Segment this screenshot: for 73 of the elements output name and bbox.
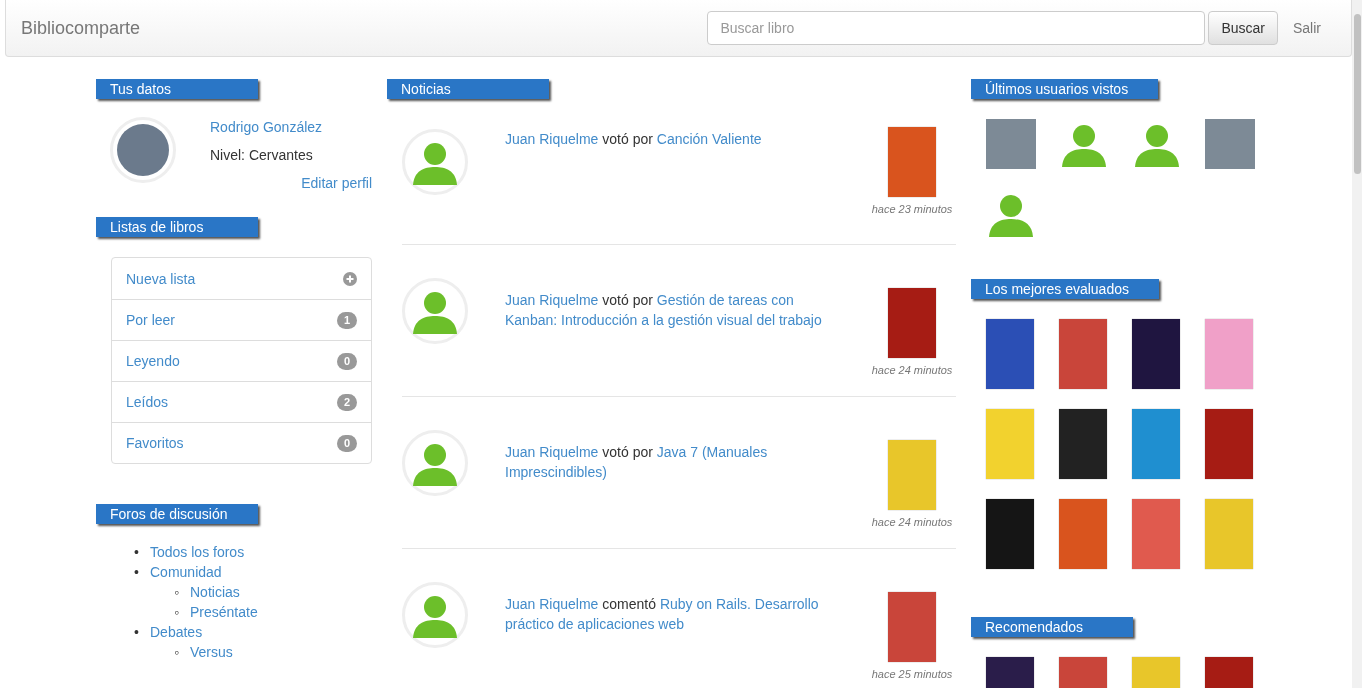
logout-link[interactable]: Salir xyxy=(1293,20,1321,36)
brand-link[interactable]: Bibliocomparte xyxy=(21,17,708,39)
book-list-item[interactable]: Favoritos 0 xyxy=(112,422,371,463)
section-heading: Recomendados xyxy=(971,617,1133,637)
book-cover[interactable] xyxy=(986,499,1034,569)
book-cover[interactable] xyxy=(888,440,936,510)
user-link[interactable]: Juan Riquelme xyxy=(505,596,599,612)
activity-text: Juan Riquelme votó por Canción Valiente xyxy=(504,130,763,149)
photo-placeholder xyxy=(117,124,169,176)
search-field[interactable]: Buscar libro xyxy=(707,11,1206,45)
book-cover[interactable] xyxy=(888,288,936,358)
book-cover[interactable] xyxy=(1132,409,1180,479)
timestamp: hace 24 minutos xyxy=(871,516,953,528)
book-cover[interactable] xyxy=(888,592,936,662)
photo-placeholder[interactable] xyxy=(1205,119,1255,169)
activity-text: Juan Riquelme votó por Gestión de tareas con Kanban: Introducción a la gestión visual del trabajo xyxy=(504,291,823,330)
photo-placeholder[interactable] xyxy=(986,119,1036,169)
book-cover[interactable] xyxy=(1205,499,1253,569)
timestamp: hace 23 minutos xyxy=(871,203,953,215)
profile-name-link[interactable]: Rodrigo González xyxy=(210,119,323,135)
count-badge: 2 xyxy=(337,393,357,411)
timestamp: hace 24 minutos xyxy=(871,364,953,376)
list-label: Favoritos xyxy=(126,435,184,451)
search-button[interactable]: Buscar xyxy=(1208,11,1278,45)
book-list-item[interactable]: Nueva lista xyxy=(112,258,371,299)
user-link[interactable]: Juan Riquelme xyxy=(505,292,599,308)
count-badge: 0 xyxy=(337,352,357,370)
book-cover[interactable] xyxy=(1132,319,1180,389)
forum-link[interactable]: Noticias xyxy=(190,584,240,600)
bullet: ◦ xyxy=(174,603,180,622)
list-label: Nueva lista xyxy=(126,270,196,287)
forum-link[interactable]: Todos los foros xyxy=(150,544,245,560)
book-cover[interactable] xyxy=(1132,499,1180,569)
forum-link[interactable]: Debates xyxy=(150,624,203,640)
scrollbar[interactable] xyxy=(1352,0,1362,688)
list-label: Por leer xyxy=(126,312,176,328)
forum-link[interactable]: Preséntate xyxy=(190,604,258,620)
bullet: • xyxy=(134,543,140,562)
section-heading: Los mejores evaluados xyxy=(971,279,1159,299)
activity-text: Juan Riquelme comentó Ruby on Rails. Desarrollo práctico de aplicaciones web xyxy=(504,595,820,634)
section-heading: Listas de libros xyxy=(96,217,258,237)
user-link[interactable]: Juan Riquelme xyxy=(505,444,599,460)
plus-circle-icon xyxy=(343,271,357,286)
forum-link[interactable]: Comunidad xyxy=(150,564,222,580)
user-link[interactable]: Juan Riquelme xyxy=(505,131,599,147)
book-cover[interactable] xyxy=(1205,409,1253,479)
book-cover[interactable] xyxy=(986,319,1034,389)
count-badge: 1 xyxy=(337,311,357,329)
bullet: ◦ xyxy=(174,643,180,662)
section-heading: Tus datos xyxy=(96,79,258,99)
edit-profile-link[interactable]: Editar perfil xyxy=(301,175,372,191)
book-list-item[interactable]: Leídos 2 xyxy=(112,381,371,422)
bullet: ◦ xyxy=(174,583,180,602)
section-heading: Noticias xyxy=(387,79,549,99)
section-heading: Foros de discusión xyxy=(96,504,258,524)
book-list-item[interactable]: Leyendo 0 xyxy=(112,340,371,381)
timestamp: hace 25 minutos xyxy=(871,668,953,680)
list-label: Leídos xyxy=(126,394,169,410)
bullet: • xyxy=(134,623,140,642)
book-cover[interactable] xyxy=(1059,409,1107,479)
book-cover[interactable] xyxy=(1205,319,1253,389)
book-cover[interactable] xyxy=(888,127,936,197)
book-cover[interactable] xyxy=(1059,499,1107,569)
bullet: • xyxy=(134,563,140,582)
book-cover[interactable] xyxy=(986,409,1034,479)
section-heading: Últimos usuarios vistos xyxy=(971,79,1159,99)
count-badge: 0 xyxy=(337,434,357,452)
activity-text: Juan Riquelme votó por Java 7 (Manuales Imprescindibles) xyxy=(504,443,769,482)
book-cover[interactable] xyxy=(1059,319,1107,389)
book-list-item[interactable]: Por leer 1 xyxy=(112,299,371,340)
list-label: Leyendo xyxy=(126,353,180,369)
forum-link[interactable]: Versus xyxy=(190,644,233,660)
user-level: Nivel: Cervantes xyxy=(210,147,313,163)
